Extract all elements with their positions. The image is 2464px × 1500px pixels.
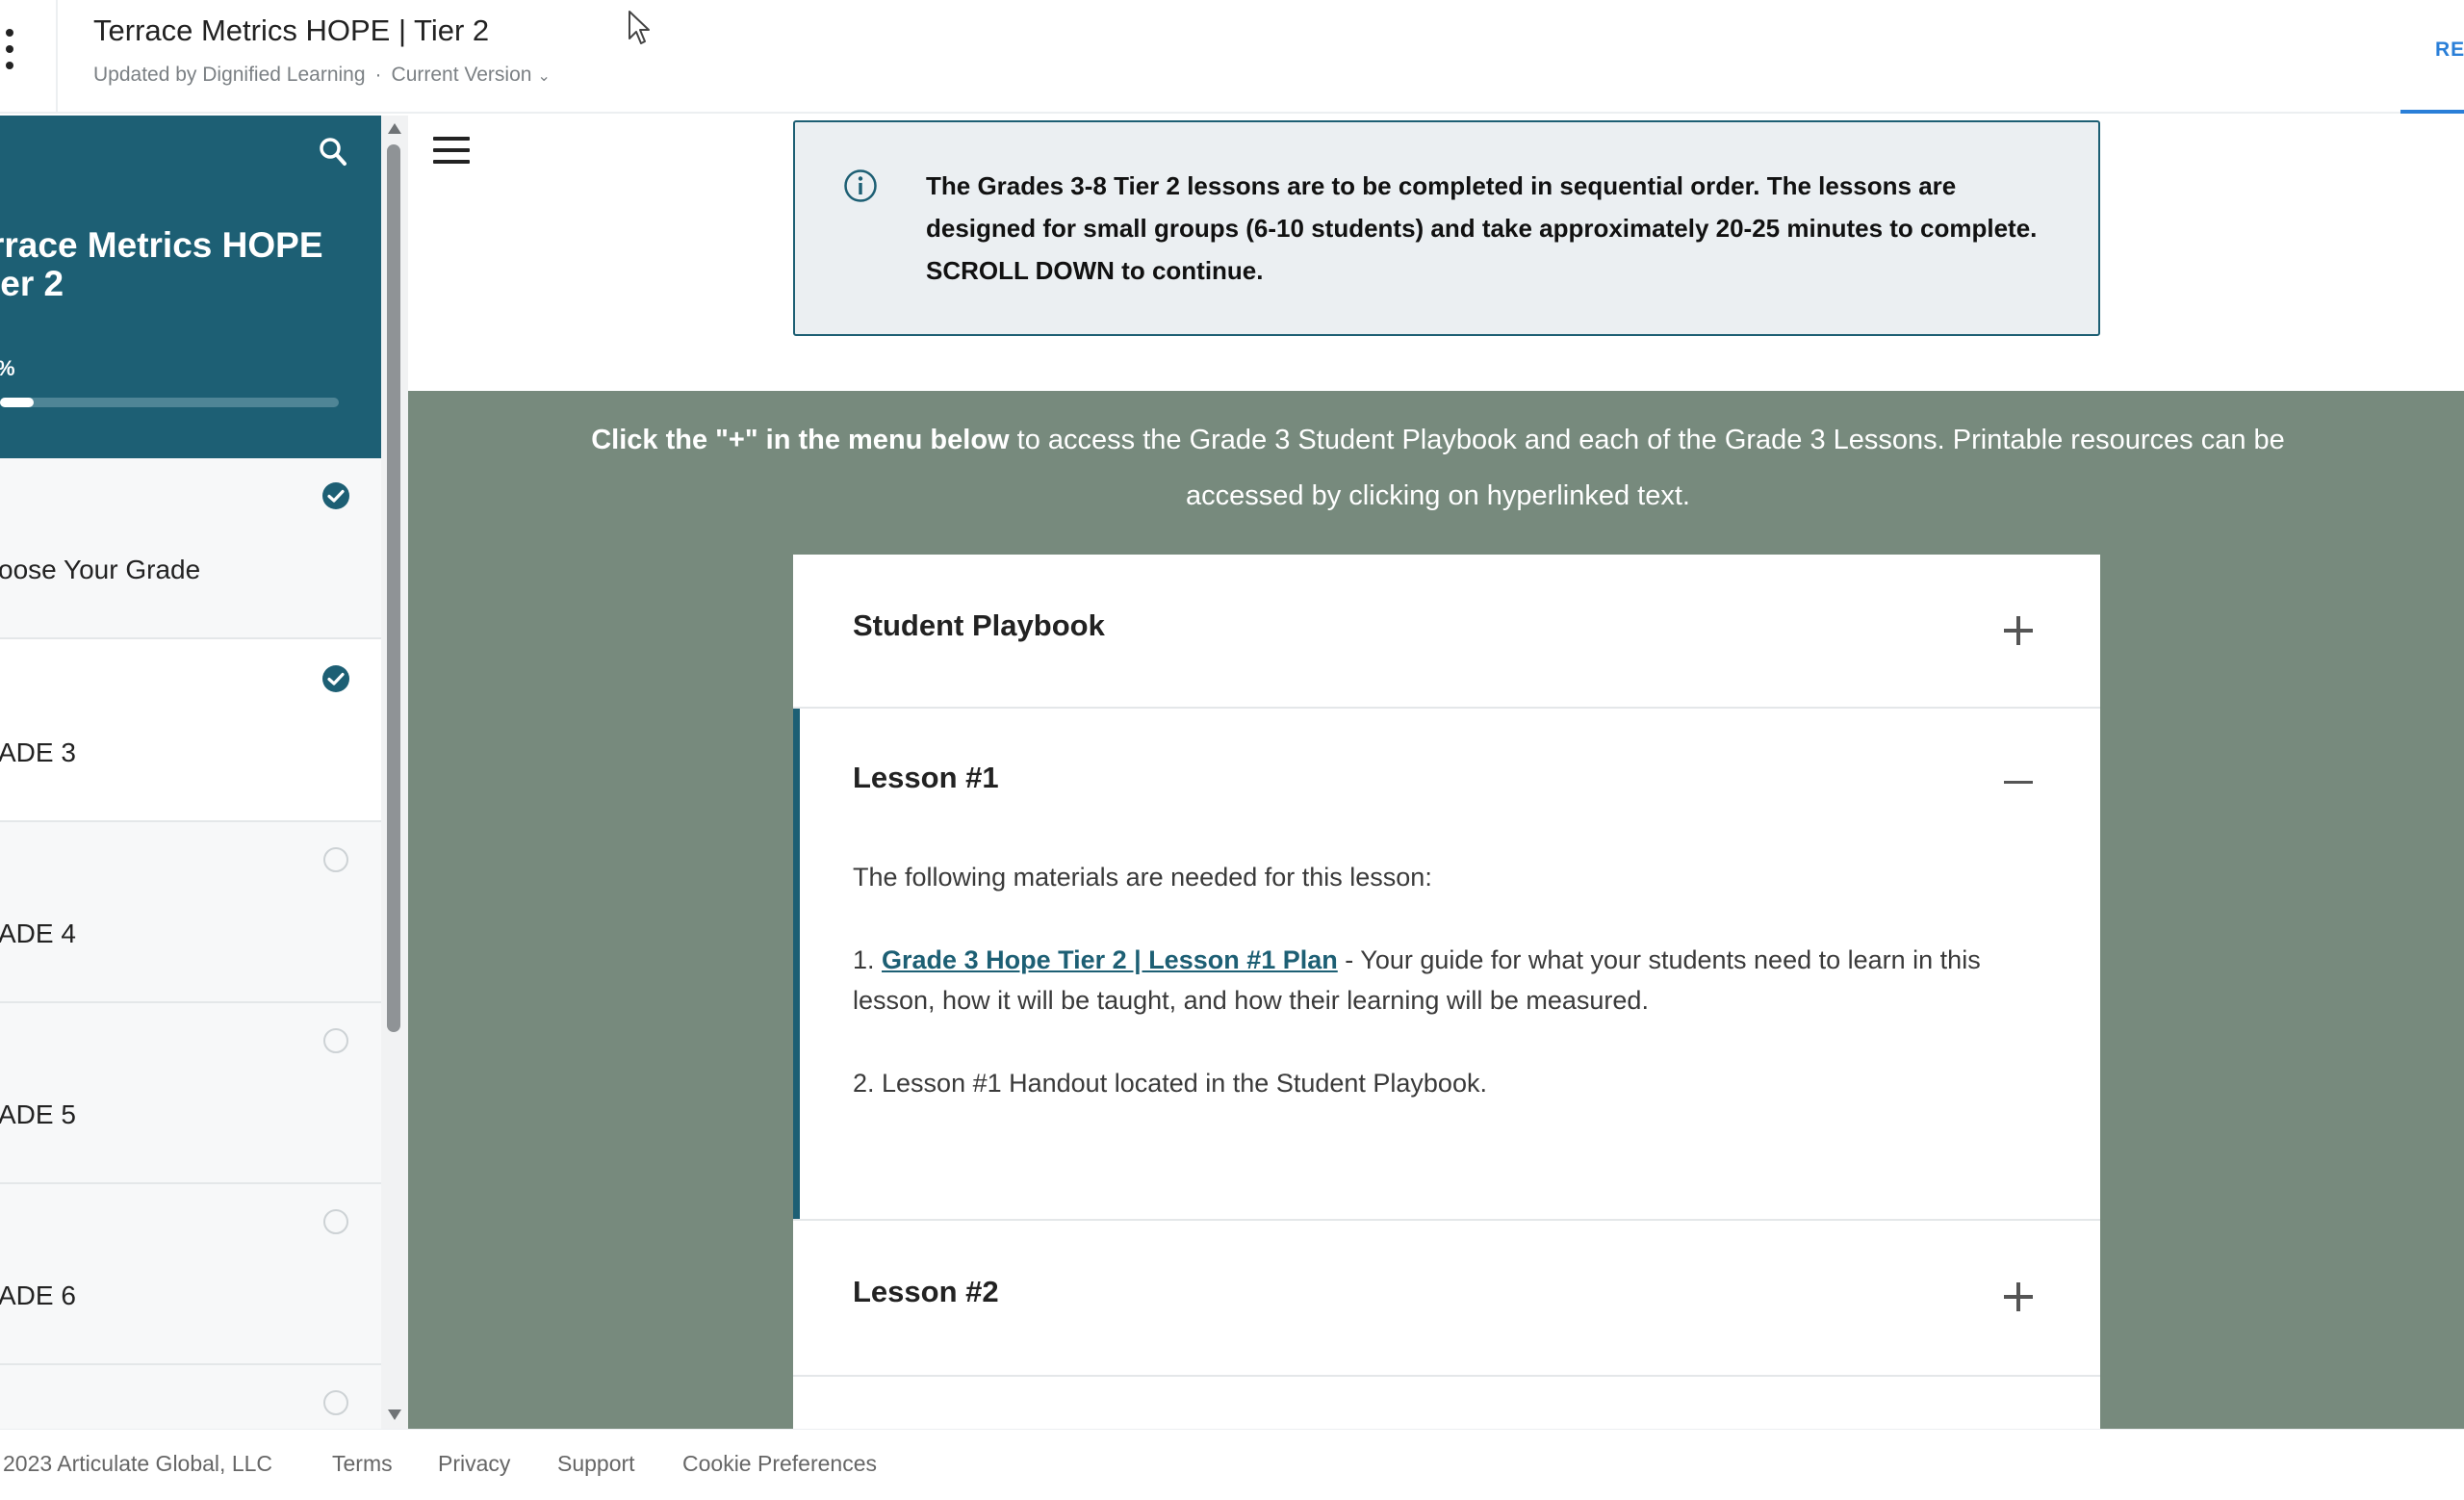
lessons-section: Click the "+" in the menu below to acces…: [408, 391, 2464, 1429]
footer-link-cookie-preferences[interactable]: Cookie Preferences: [682, 1451, 877, 1477]
sidebar-item-label: ADE 5: [0, 1099, 76, 1129]
sidebar-title-line2: ier 2: [0, 264, 64, 303]
course-meta: Updated by Dignified Learning · Current Ve…: [93, 64, 551, 87]
scroll-down-arrow-icon[interactable]: [388, 1409, 401, 1420]
info-notice: The Grades 3-8 Tier 2 lessons are to be …: [793, 120, 2100, 336]
sidebar-title-line1: rrace Metrics HOPE: [0, 225, 323, 265]
updated-by-label: Updated by Dignified Learning: [93, 64, 366, 86]
sidebar-item-grade-3[interactable]: ADE 3: [0, 641, 381, 822]
empty-circle-icon: [323, 847, 348, 872]
lesson-plan-link[interactable]: Grade 3 Hope Tier 2 | Lesson #1 Plan: [882, 945, 1338, 974]
course-header: Terrace Metrics HOPE | Tier 2 Updated by…: [0, 0, 2464, 114]
page-footer: 2023 Articulate Global, LLC Terms Privac…: [0, 1429, 2464, 1500]
lesson-content: The Grades 3-8 Tier 2 lessons are to be …: [408, 116, 2464, 1429]
sidebar-header: rrace Metrics HOPE ier 2 %: [0, 116, 381, 458]
accordion-lesson-2[interactable]: Lesson #2: [793, 1221, 2100, 1377]
info-icon: [844, 169, 877, 202]
sidebar-item-label: oose Your Grade: [0, 555, 201, 584]
accordion-student-playbook[interactable]: Student Playbook: [793, 555, 2100, 709]
copyright-text: 2023 Articulate Global, LLC: [3, 1451, 273, 1476]
plus-icon[interactable]: [2004, 1282, 2033, 1311]
kebab-menu-icon[interactable]: [2, 29, 17, 79]
expanded-indicator-bar: [793, 709, 800, 1219]
version-dropdown[interactable]: Current Version ⌄: [392, 64, 551, 86]
intro-bold: Click the "+" in the menu below: [591, 425, 1010, 455]
sidebar-item-label: ADE 6: [0, 1280, 76, 1310]
sidebar-item-grade-6[interactable]: ADE 6: [0, 1184, 381, 1365]
sidebar-item-label: ADE 4: [0, 918, 76, 948]
accordion-title: Lesson #2: [853, 1275, 999, 1308]
intro-rest: to access the Grade 3 Student Playbook a…: [1009, 425, 2285, 511]
footer-link-privacy[interactable]: Privacy: [438, 1451, 510, 1477]
version-label: Current Version: [391, 64, 532, 86]
sidebar-item-grade-5[interactable]: ADE 5: [0, 1003, 381, 1184]
search-icon[interactable]: [318, 135, 348, 169]
accordion-title: Lesson #1: [853, 761, 999, 794]
hamburger-menu-icon[interactable]: [433, 137, 470, 168]
progress-percent: %: [0, 356, 15, 381]
resume-link[interactable]: RE: [2435, 39, 2464, 62]
chevron-down-icon: ⌄: [537, 68, 551, 85]
footer-link-support[interactable]: Support: [557, 1451, 635, 1477]
course-sidebar: rrace Metrics HOPE ier 2 % oose Your Gra…: [0, 116, 381, 1429]
lessons-accordion: Student Playbook Lesson #1 The following…: [793, 555, 2100, 1429]
progress-bar-fill: [0, 398, 35, 407]
sidebar-item-label: ADE 3: [0, 737, 76, 767]
footer-link-terms[interactable]: Terms: [332, 1451, 393, 1477]
materials-intro: The following materials are needed for t…: [853, 863, 1432, 892]
empty-circle-icon: [323, 1390, 348, 1415]
empty-circle-icon: [323, 1028, 348, 1053]
header-divider: [56, 0, 58, 114]
notice-text: The Grades 3-8 Tier 2 lessons are to be …: [926, 171, 2038, 285]
item-number: 1.: [853, 945, 883, 974]
empty-circle-icon: [323, 1209, 348, 1234]
intro-text: Click the "+" in the menu below to acces…: [591, 412, 2285, 524]
sidebar-scrollbar[interactable]: [381, 116, 408, 1429]
mouse-cursor-icon: [629, 11, 650, 44]
course-title: Terrace Metrics HOPE | Tier 2: [93, 13, 490, 47]
plus-icon[interactable]: [2004, 616, 2033, 645]
lesson-1-materials: The following materials are needed for t…: [853, 857, 2056, 1146]
sidebar-item-choose-grade[interactable]: oose Your Grade: [0, 458, 381, 639]
accordion-lesson-1[interactable]: Lesson #1 The following materials are ne…: [793, 709, 2100, 1221]
accordion-title: Student Playbook: [853, 608, 1105, 642]
active-tab-underline: [2400, 110, 2464, 114]
scrollbar-thumb[interactable]: [387, 144, 400, 1032]
check-circle-icon: [322, 482, 349, 509]
sidebar-item-grade-4[interactable]: ADE 4: [0, 822, 381, 1003]
meta-separator: ·: [374, 64, 382, 86]
sidebar-item-next[interactable]: [0, 1365, 381, 1429]
sidebar-course-title: rrace Metrics HOPE ier 2: [0, 226, 375, 303]
materials-item-2: 2. Lesson #1 Handout located in the Stud…: [853, 1069, 1487, 1098]
materials-item-1: 1. Grade 3 Hope Tier 2 | Lesson #1 Plan …: [853, 940, 2056, 1021]
progress-bar: [0, 398, 339, 407]
minus-icon[interactable]: [2004, 768, 2033, 797]
scroll-up-arrow-icon[interactable]: [388, 123, 401, 134]
check-circle-icon: [322, 665, 349, 692]
